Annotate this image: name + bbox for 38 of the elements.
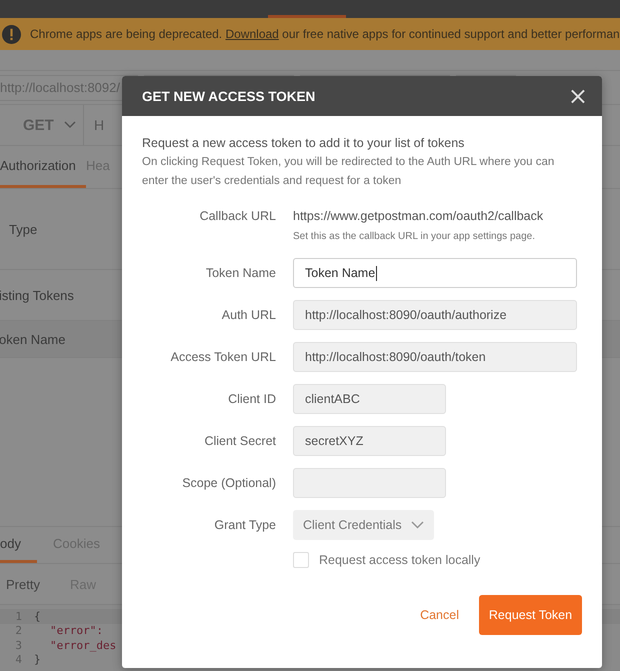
- field-label: Access Token URL: [170, 350, 276, 364]
- request-token-button[interactable]: Request Token: [479, 595, 582, 635]
- code-line: "error":: [49, 624, 103, 638]
- download-link[interactable]: Download: [225, 27, 279, 41]
- close-button[interactable]: ×: [566, 84, 590, 108]
- deprecation-message: Chrome apps are being deprecated. Download our free native apps for continued support and better performan: [30, 27, 620, 41]
- existing-tokens-label: isting Tokens: [0, 288, 74, 302]
- callback-url: https://www.getpostman.com/oauth2/callback: [293, 209, 544, 223]
- input-field[interactable]: http://localhost:8090/oauth/authorize: [293, 300, 577, 330]
- view-tab[interactable]: Pretty: [6, 576, 40, 592]
- checkbox[interactable]: [293, 552, 309, 568]
- description-text: On clicking Request Token, you will be redirected to the Auth URL where you can enter the user's credentials and request for a token: [142, 155, 556, 189]
- grant-type-dropdown[interactable]: Client Credentials: [293, 510, 434, 540]
- checkbox-label: Request access token locally: [319, 553, 480, 567]
- field-label: Grant Type: [213, 518, 276, 532]
- code-line: "error_des: [49, 638, 116, 652]
- hint-text: Set this as the callback URL in your app settings page.: [293, 231, 536, 242]
- chevron-down-icon: [411, 521, 424, 529]
- request-tab[interactable]: Authorization: [0, 146, 86, 188]
- type-label: Type: [9, 222, 38, 236]
- field-label: Client ID: [227, 392, 276, 406]
- field-label: Client Secret: [203, 434, 276, 448]
- chevron-down-icon: [64, 121, 76, 129]
- code-line: {: [34, 610, 41, 623]
- input-field[interactable]: secretXYZ: [293, 426, 446, 456]
- input-field[interactable]: Token Name: [293, 258, 577, 288]
- input-field[interactable]: http://localhost:8090/oauth/token: [293, 342, 577, 372]
- response-tab[interactable]: ody: [0, 527, 37, 563]
- intro-text: Request a new access token to add it to your list of tokens: [142, 135, 466, 152]
- dialog-title: GET NEW ACCESS TOKEN: [142, 88, 316, 104]
- input-field[interactable]: [293, 468, 446, 498]
- field-label: Auth URL: [220, 308, 276, 322]
- field-label: Scope (Optional): [181, 476, 276, 490]
- cancel-button[interactable]: Cancel: [420, 608, 459, 622]
- field-label: Callback URL: [198, 209, 276, 223]
- input-field[interactable]: clientABC: [293, 384, 446, 414]
- code-line: }: [34, 653, 41, 666]
- field-label: Token Name: [204, 266, 276, 280]
